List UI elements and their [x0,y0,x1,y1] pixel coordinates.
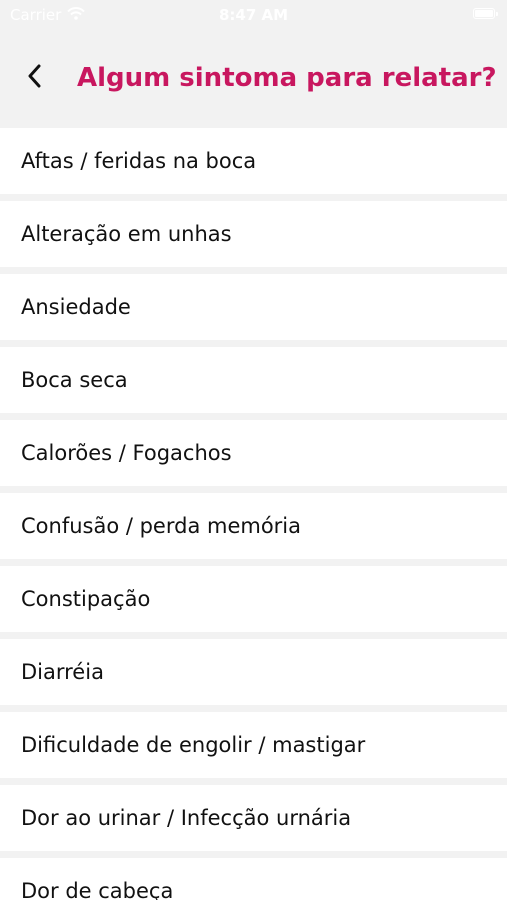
status-bar: Carrier 8:47 AM [0,0,507,30]
list-item[interactable]: Boca seca [0,347,507,413]
list-item[interactable]: Aftas / feridas na boca [0,128,507,194]
page-title: Algum sintoma para relatar? [77,63,497,93]
list-item[interactable]: Dor ao urinar / Infecção urnária [0,785,507,851]
app-screen: Carrier 8:47 AM Algum sintoma para relat… [0,0,507,900]
header: Algum sintoma para relatar? [0,30,507,128]
list-item[interactable]: Dor de cabeça [0,858,507,900]
list-item[interactable]: Constipação [0,566,507,632]
list-item[interactable]: Confusão / perda memória [0,493,507,559]
list-item[interactable]: Alteração em unhas [0,201,507,267]
symptom-list: Aftas / feridas na boca Alteração em unh… [0,128,507,900]
back-button[interactable] [14,58,54,98]
list-item[interactable]: Dificuldade de engolir / mastigar [0,712,507,778]
battery-icon [473,8,498,19]
list-item[interactable]: Calorões / Fogachos [0,420,507,486]
list-item[interactable]: Diarréia [0,639,507,705]
list-item[interactable]: Ansiedade [0,274,507,340]
status-time: 8:47 AM [218,6,289,24]
chevron-left-icon [27,64,41,92]
